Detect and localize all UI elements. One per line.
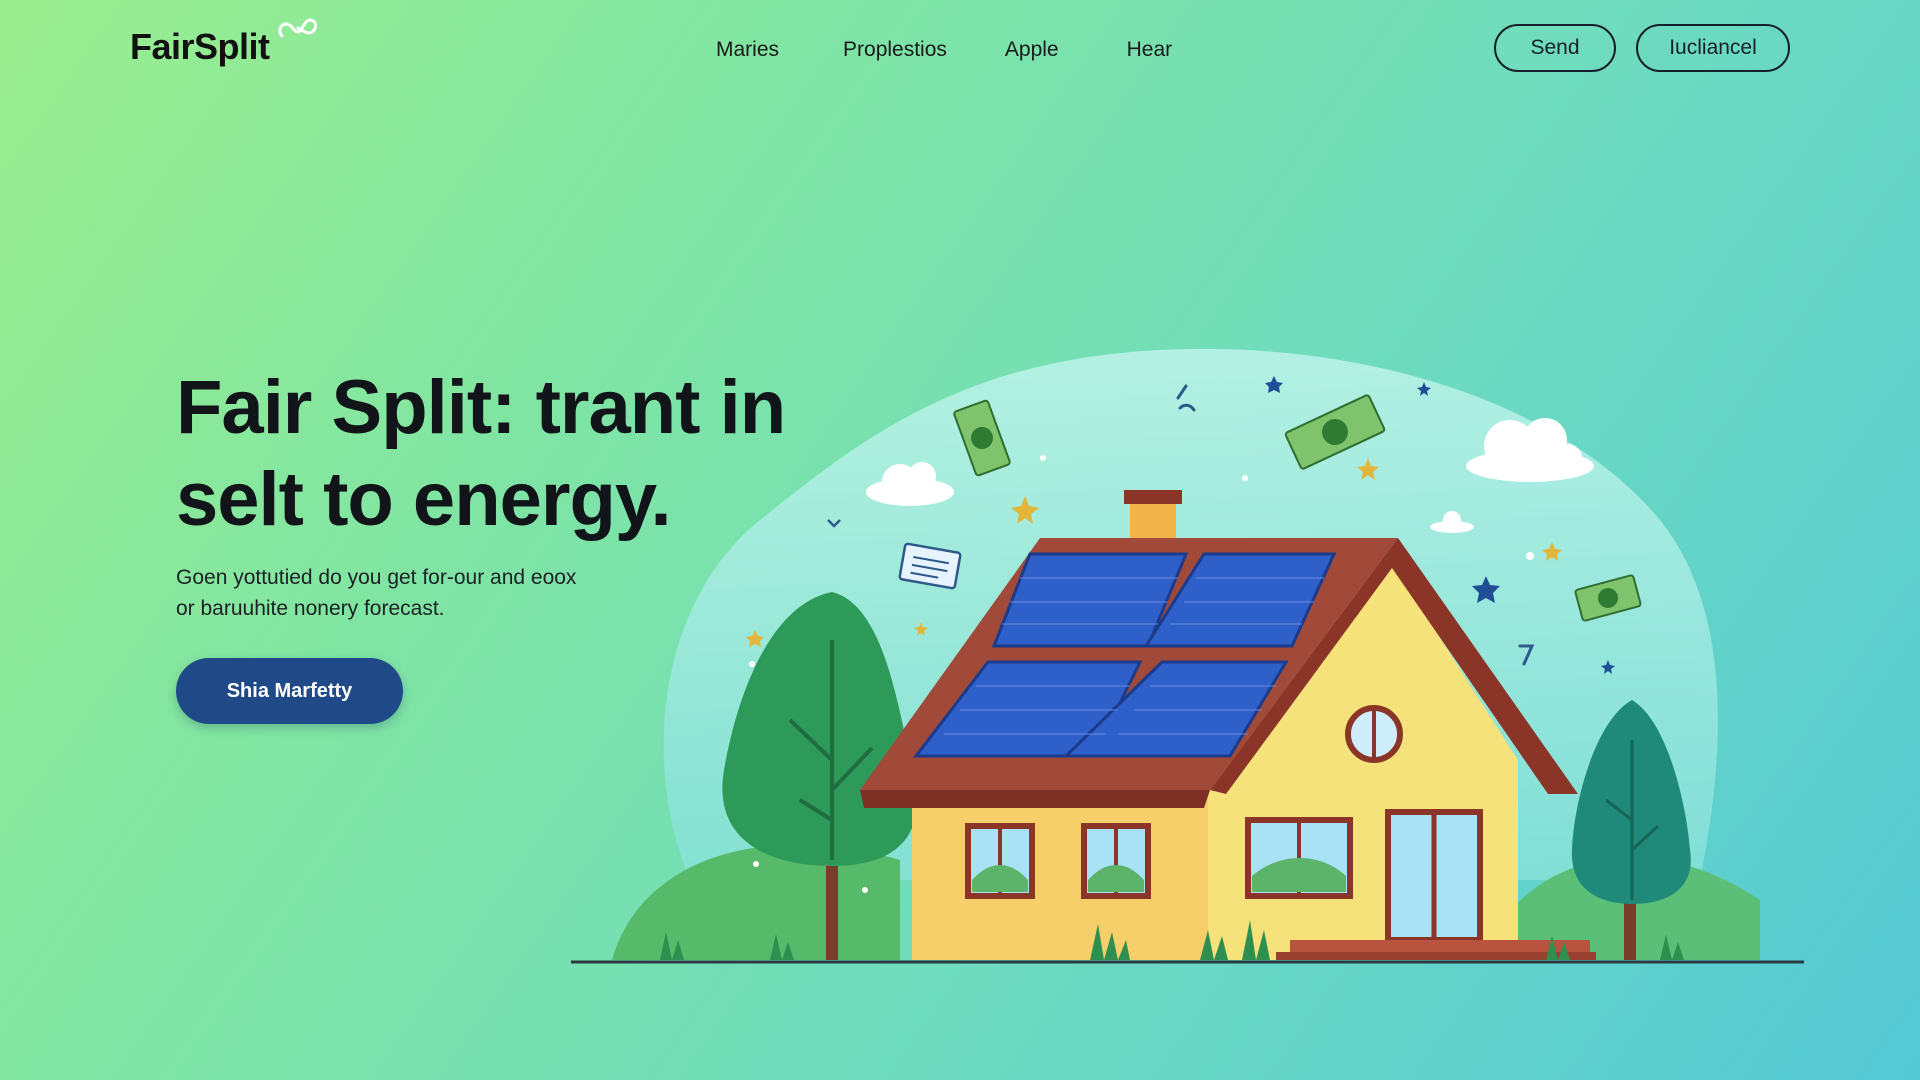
cancel-button[interactable]: Ιucliancel: [1636, 24, 1790, 72]
main-menu: Maries Proplestios Apple Hear: [716, 38, 1172, 62]
nav-link-hear[interactable]: Hear: [1127, 38, 1173, 62]
brand-name: FairSplit: [130, 26, 270, 67]
infinity-loop-icon: [276, 14, 320, 49]
nav-link-maries[interactable]: Maries: [716, 38, 779, 62]
hero-subtitle-line-1: Goen yottutied do you get for-our and eo…: [176, 566, 577, 589]
nav-link-proplestios[interactable]: Proplestios: [843, 38, 947, 62]
top-nav: FairSplit Maries Proplestios Apple Hear …: [0, 0, 1920, 100]
nav-link-apple[interactable]: Apple: [1005, 38, 1059, 62]
hero-subtitle-line-2: or baruuhite nonery forecast.: [176, 597, 445, 620]
cta-button[interactable]: Shia Marfetty: [176, 658, 403, 724]
send-button[interactable]: Send: [1494, 24, 1616, 72]
solar-house-illustration: [571, 348, 1804, 964]
brand-logo[interactable]: FairSplit: [130, 18, 320, 68]
